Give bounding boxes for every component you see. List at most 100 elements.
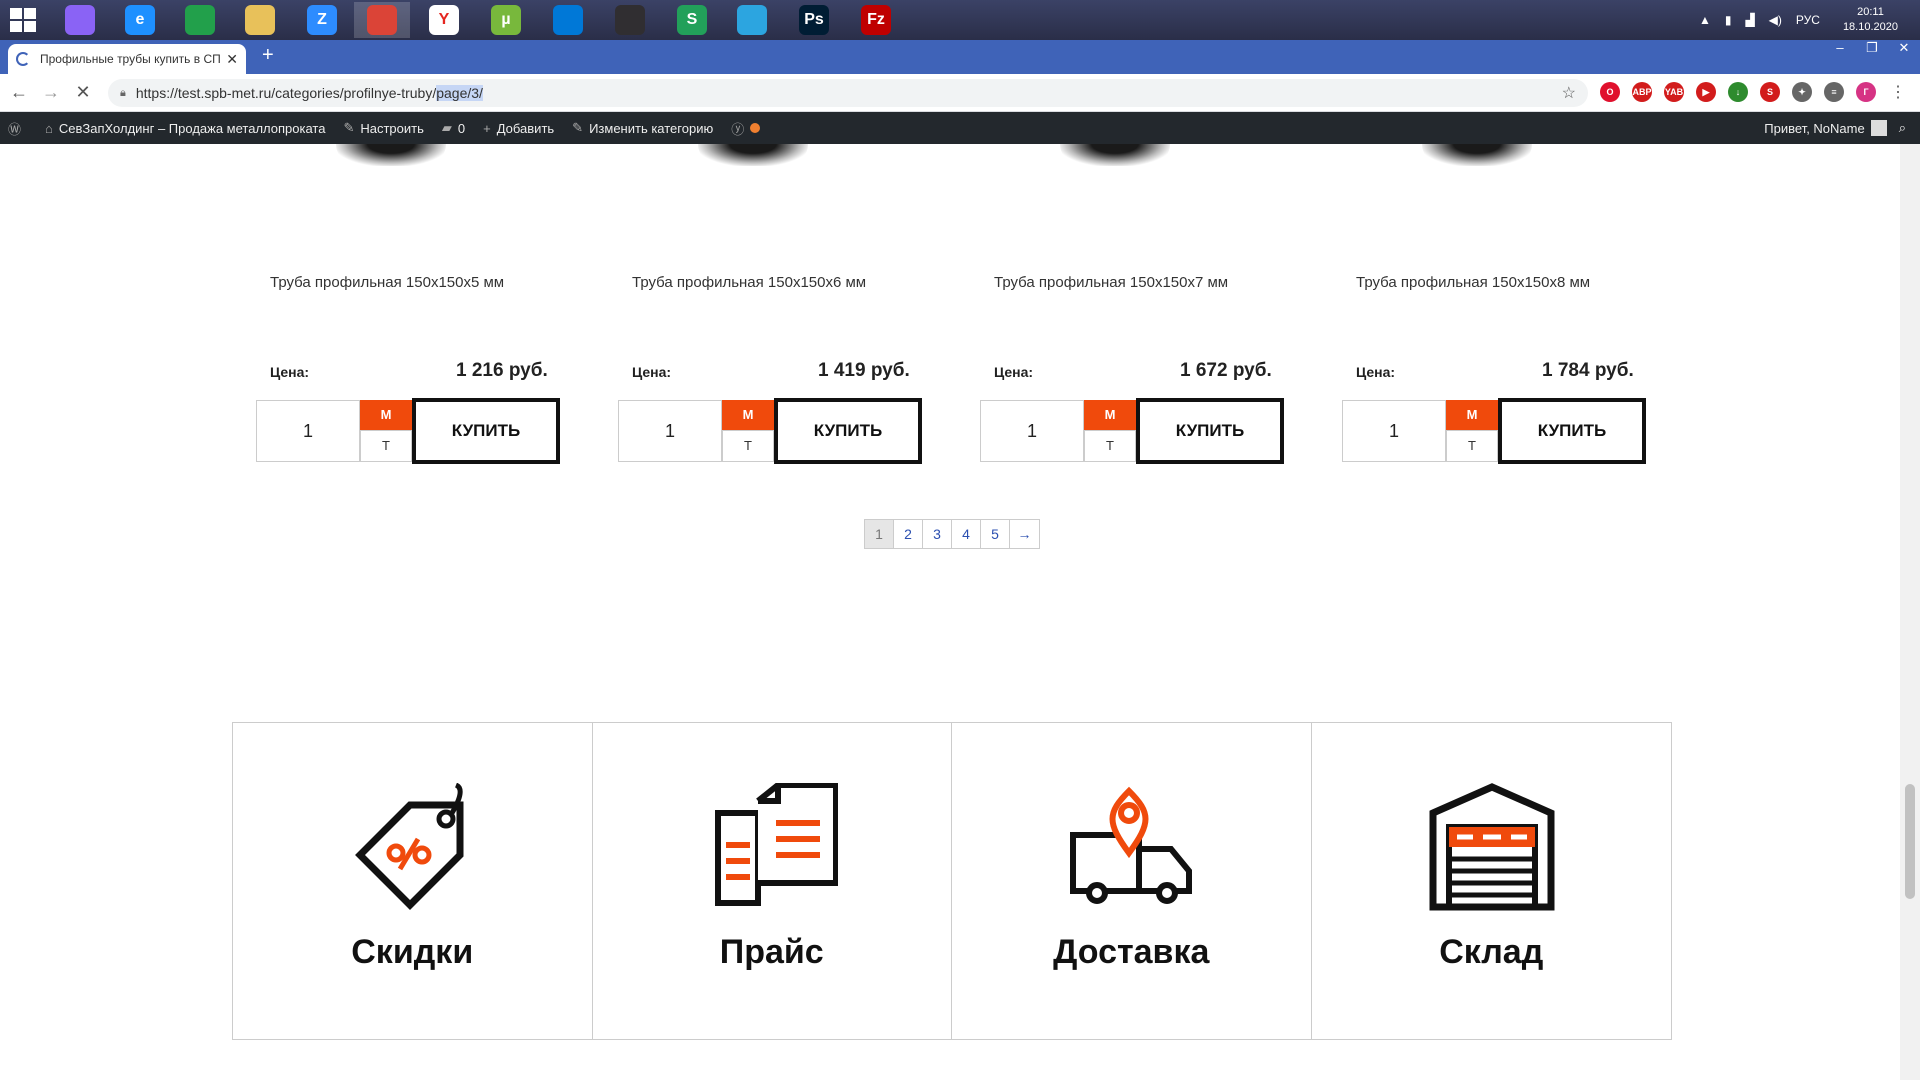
unit-meters-toggle[interactable]: М [360, 400, 412, 430]
new-tab-button[interactable]: + [262, 44, 274, 67]
restore-icon[interactable]: ❐ [1856, 40, 1888, 60]
avatar[interactable] [1870, 120, 1887, 136]
taskbar-app[interactable]: Z [294, 2, 350, 38]
clock-date: 18.10.2020 [1842, 21, 1898, 33]
sync-icon[interactable]: S [1760, 82, 1780, 102]
cortana-icon [65, 5, 95, 35]
feature-discounts[interactable]: Скидки [233, 723, 593, 1039]
back-icon[interactable]: ← [6, 82, 32, 103]
bookmark-star-icon[interactable]: ☆ [1562, 83, 1576, 103]
product-price: 1 419 руб. [818, 360, 910, 381]
quantity-input[interactable]: 1 [980, 400, 1084, 462]
buy-button[interactable]: КУПИТЬ [412, 398, 560, 464]
system-tray: ▲ ▮ ▟ ◀) РУС 20:11 18.10.2020 [1692, 0, 1920, 40]
battery-icon[interactable]: ▮ [1725, 13, 1732, 27]
product-image[interactable] [1422, 144, 1532, 166]
profile-icon[interactable]: Г [1856, 82, 1876, 102]
wordpress-logo-icon[interactable]: Ⓦ [8, 119, 27, 138]
taskbar-app[interactable] [724, 2, 780, 38]
taskbar-app[interactable]: Fz [848, 2, 904, 38]
taskbar-app[interactable]: µ [478, 2, 534, 38]
taskbar-app[interactable] [172, 2, 228, 38]
stop-loading-icon[interactable]: ✕ [70, 82, 96, 103]
clock[interactable]: 20:11 18.10.2020 [1843, 5, 1898, 35]
language-indicator[interactable]: РУС [1796, 13, 1820, 27]
close-tab-icon[interactable]: ✕ [226, 51, 238, 68]
yoast-link[interactable]: ⓨ [731, 119, 761, 138]
skype-icon: S [677, 5, 707, 35]
taskbar-app[interactable] [602, 2, 658, 38]
taskbar-app[interactable]: S [664, 2, 720, 38]
adblock-icon[interactable]: ABP [1632, 82, 1652, 102]
taskbar-app[interactable] [354, 2, 410, 38]
taskbar-app[interactable]: e [112, 2, 168, 38]
unit-tons-toggle[interactable]: Т [722, 430, 774, 462]
lock-icon[interactable]: 🔒︎ [120, 87, 126, 100]
features-section: Скидки Прайс Доставка Склад [232, 722, 1672, 1040]
product-image[interactable] [1060, 144, 1170, 166]
taskbar-app[interactable] [232, 2, 288, 38]
volume-icon[interactable]: ◀) [1769, 13, 1782, 27]
close-window-icon[interactable]: ✕ [1888, 40, 1920, 60]
page-link[interactable]: 3 [923, 520, 952, 548]
next-page-link[interactable]: → [1010, 520, 1039, 548]
taskbar-app[interactable] [52, 2, 108, 38]
scrollbar-thumb[interactable] [1905, 784, 1915, 899]
address-bar[interactable]: 🔒︎ https://test.spb-met.ru/categories/pr… [108, 79, 1588, 107]
playlist-icon[interactable]: ≡ [1824, 82, 1844, 102]
unit-meters-toggle[interactable]: М [1446, 400, 1498, 430]
page-scrollbar[interactable] [1900, 144, 1920, 1080]
unit-meters-toggle[interactable]: М [1084, 400, 1136, 430]
unit-tons-toggle[interactable]: Т [1446, 430, 1498, 462]
feature-warehouse[interactable]: Склад [1312, 723, 1672, 1039]
taskbar-app[interactable] [540, 2, 596, 38]
page-link[interactable]: 2 [894, 520, 923, 548]
add-new-link[interactable]: + Добавить [483, 121, 554, 136]
edit-category-label: Изменить категорию [589, 120, 714, 136]
quantity-input[interactable]: 1 [618, 400, 722, 462]
unit-meters-toggle[interactable]: М [722, 400, 774, 430]
yandex-icon[interactable]: YAB [1664, 82, 1684, 102]
product-title[interactable]: Труба профильная 150х150х6 мм [632, 274, 866, 291]
buy-button[interactable]: КУПИТЬ [774, 398, 922, 464]
brush-icon: ✎ [343, 120, 355, 135]
comment-icon: ▰ [441, 120, 452, 135]
product-title[interactable]: Труба профильная 150х150х7 мм [994, 274, 1228, 291]
download-icon[interactable]: ↓ [1728, 82, 1748, 102]
windows-start-icon[interactable] [10, 8, 36, 32]
product-image[interactable] [698, 144, 808, 166]
puzzle-icon[interactable]: ✦ [1792, 82, 1812, 102]
product-image[interactable] [336, 144, 446, 166]
comments-link[interactable]: ▰ 0 [442, 120, 465, 136]
product-price: 1 216 руб. [456, 360, 548, 381]
quantity-input[interactable]: 1 [256, 400, 360, 462]
chevron-up-icon[interactable]: ▲ [1699, 13, 1711, 27]
opera-icon[interactable]: O [1600, 82, 1620, 102]
feature-price-list[interactable]: Прайс [593, 723, 952, 1039]
account-greeting[interactable]: Привет, NoName [1764, 121, 1864, 136]
product-title[interactable]: Труба профильная 150х150х8 мм [1356, 274, 1590, 291]
taskbar-app[interactable]: Ps [786, 2, 842, 38]
search-icon[interactable]: ⌕ [1899, 120, 1906, 136]
network-icon[interactable]: ▟ [1745, 13, 1754, 27]
taskbar-app[interactable]: Y [416, 2, 472, 38]
page-link[interactable]: 5 [981, 520, 1010, 548]
page-link[interactable]: 1 [865, 520, 894, 548]
quantity-input[interactable]: 1 [1342, 400, 1446, 462]
unit-tons-toggle[interactable]: Т [1084, 430, 1136, 462]
browser-tab[interactable]: Профильные трубы купить в СПб ✕ [8, 44, 246, 74]
product-title[interactable]: Труба профильная 150х150х5 мм [270, 274, 504, 291]
plus-icon: + [483, 120, 491, 136]
forward-icon[interactable]: → [38, 82, 64, 103]
buy-button[interactable]: КУПИТЬ [1136, 398, 1284, 464]
minimize-icon[interactable]: – [1824, 40, 1856, 60]
unit-tons-toggle[interactable]: Т [360, 430, 412, 462]
buy-button[interactable]: КУПИТЬ [1498, 398, 1646, 464]
feature-delivery[interactable]: Доставка [952, 723, 1312, 1039]
customize-link[interactable]: ✎ Настроить [343, 120, 423, 136]
site-name-link[interactable]: ⌂ СевЗапХолдинг – Продажа металлопроката [45, 121, 325, 136]
more-menu-icon[interactable]: ⋮ [1890, 82, 1906, 102]
edit-category-link[interactable]: ✎ Изменить категорию [572, 120, 713, 136]
video-icon[interactable]: ▶ [1696, 82, 1716, 102]
page-link[interactable]: 4 [952, 520, 981, 548]
